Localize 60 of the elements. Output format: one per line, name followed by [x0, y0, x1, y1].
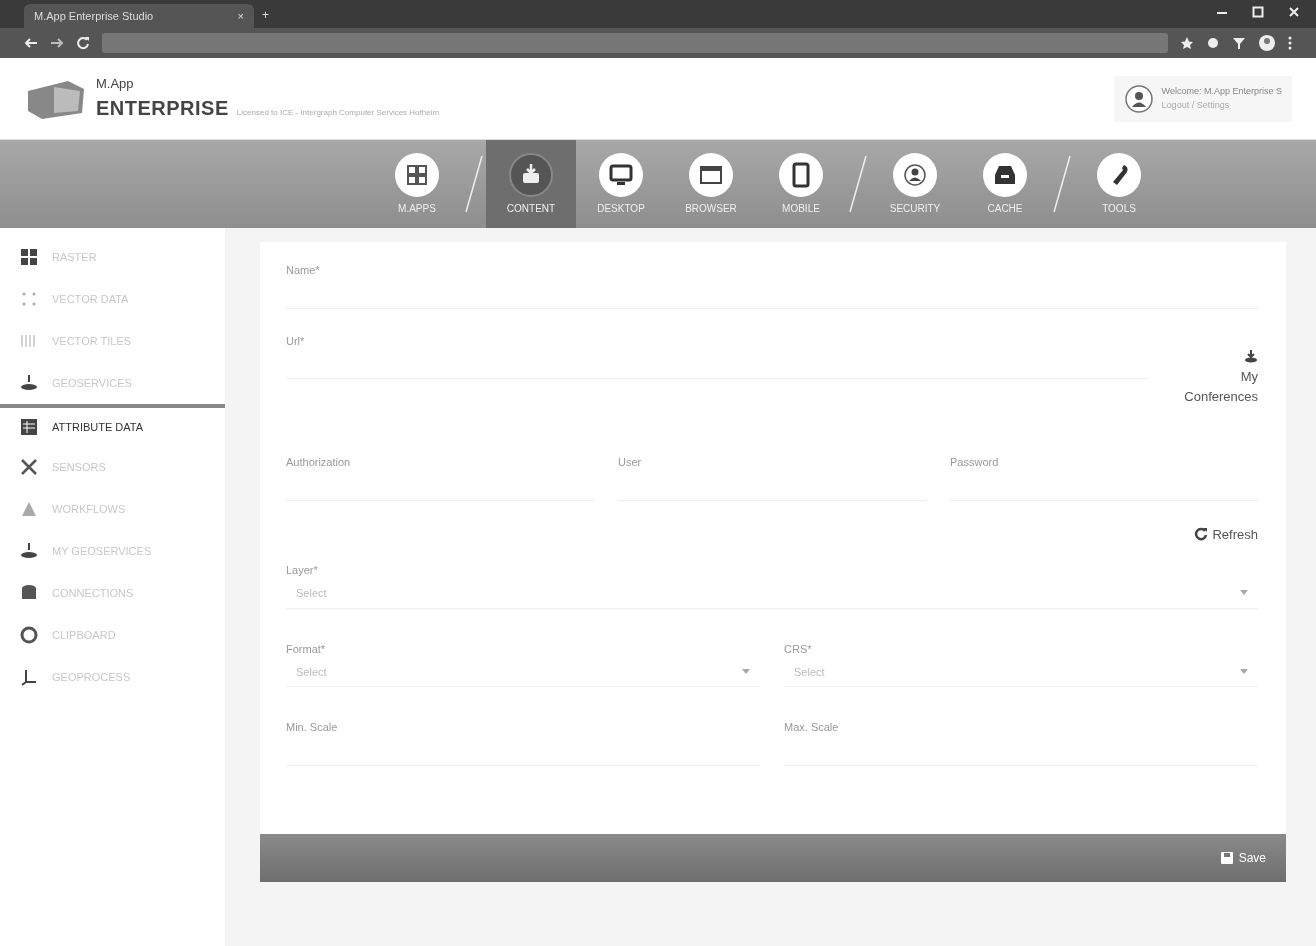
nav-tab[interactable]: BROWSER	[666, 140, 756, 228]
profile-icon[interactable]	[1258, 34, 1276, 52]
dots-icon	[20, 290, 38, 308]
menu-icon[interactable]	[1288, 36, 1292, 50]
browser-tab[interactable]: M.App Enterprise Studio ×	[24, 4, 254, 28]
nav-tab[interactable]: CACHE	[960, 140, 1050, 228]
field-label: CRS*	[784, 641, 813, 657]
select-field[interactable]: Select	[286, 657, 760, 688]
field-label: User	[618, 455, 643, 470]
field-label: Url*	[286, 333, 306, 349]
account-links[interactable]: Logout / Settings	[1161, 98, 1282, 112]
field-label: Max. Scale	[784, 720, 840, 736]
refresh-link[interactable]: Refresh	[1194, 524, 1258, 544]
license-text: Licensed to ICE - Intergraph Computer Services Hofheim	[236, 107, 440, 120]
nav-tab[interactable]: MOBILE	[756, 140, 846, 228]
tab-title: M.App Enterprise Studio	[34, 8, 154, 24]
database-icon	[20, 584, 38, 602]
stack-icon	[20, 374, 38, 392]
forward-icon[interactable]	[50, 36, 64, 50]
new-tab-button[interactable]: +	[262, 6, 269, 24]
select-field[interactable]: Select	[286, 578, 1258, 609]
triangle-icon	[20, 500, 38, 518]
reload-icon[interactable]	[76, 36, 90, 50]
caret-icon	[1240, 590, 1248, 597]
refresh-icon	[1194, 527, 1209, 542]
field-label: Password	[950, 455, 1000, 470]
field-label: Name*	[286, 263, 321, 278]
nav-tab[interactable]: M.APPS	[372, 140, 462, 228]
cross-icon	[20, 458, 38, 476]
field-label: Layer*	[286, 563, 319, 579]
filter-icon[interactable]	[1232, 36, 1246, 50]
caret-icon	[1240, 668, 1248, 675]
user-avatar-icon[interactable]	[1123, 83, 1154, 114]
caret-icon	[742, 668, 750, 675]
nav-tab[interactable]: TOOLS	[1074, 140, 1164, 228]
save-icon	[1220, 852, 1233, 864]
my-conferences-link[interactable]: My Conferences	[1178, 349, 1258, 406]
tab-close-button[interactable]: ×	[237, 7, 244, 25]
save-button[interactable]: Save	[1214, 848, 1272, 868]
field-label: Min. Scale	[286, 720, 339, 736]
logo-title: ENTERPRISE	[96, 96, 229, 122]
nav-tab[interactable]: SECURITY	[870, 140, 960, 228]
stack-icon	[1244, 349, 1258, 363]
back-icon[interactable]	[24, 36, 38, 50]
select-field[interactable]: Select	[784, 657, 1258, 688]
grid-icon	[20, 248, 38, 266]
maximize-icon[interactable]	[1252, 6, 1264, 18]
nav-tab[interactable]: CONTENT	[486, 140, 576, 228]
close-icon[interactable]	[1288, 6, 1300, 18]
table-icon	[20, 418, 38, 436]
stack-icon	[20, 542, 38, 560]
nav-tab[interactable]: DESKTOP	[576, 140, 666, 228]
field-label: Format*	[286, 641, 327, 657]
extension-icon[interactable]	[1206, 36, 1220, 50]
axes-icon	[20, 668, 38, 686]
welcome-text: Welcome: M.App Enterprise S	[1161, 85, 1282, 98]
logo-text: M.App	[96, 74, 135, 93]
field-label: Authorization	[286, 455, 352, 470]
lines-icon	[20, 332, 38, 350]
star-icon[interactable]	[1180, 36, 1194, 50]
